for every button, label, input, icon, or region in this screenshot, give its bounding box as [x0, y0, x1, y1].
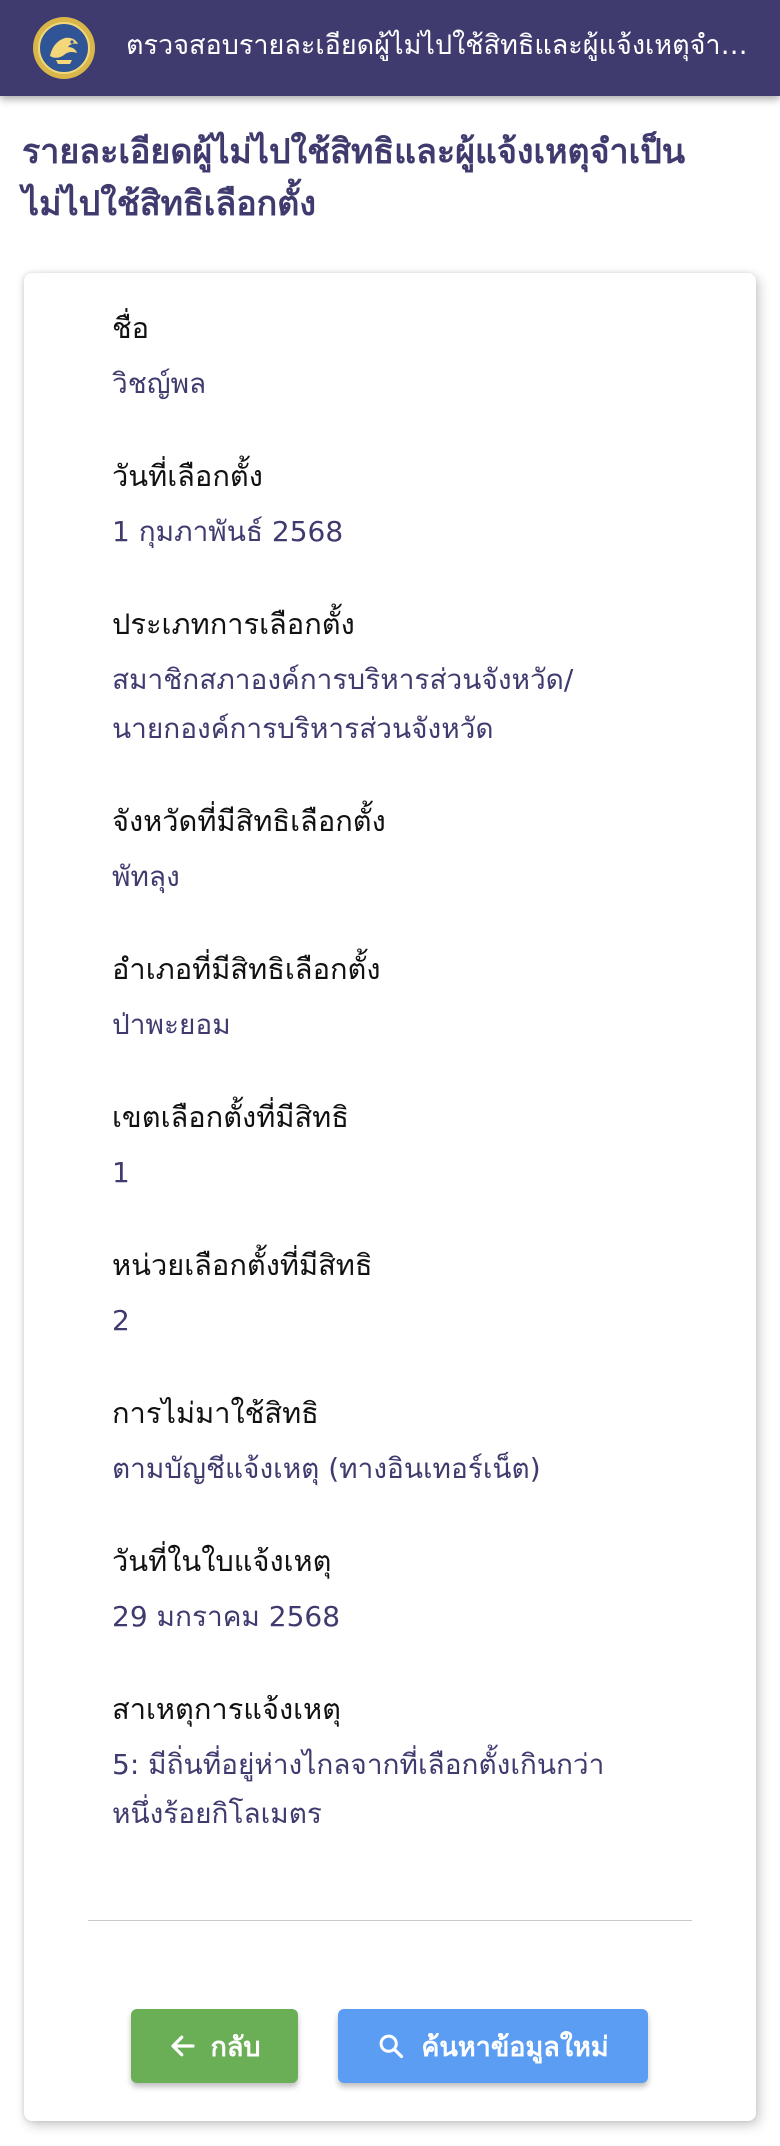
- field-absence: การไม่มาใช้สิทธิ ตามบัญชีแจ้งเหตุ (ทางอิ…: [112, 1394, 712, 1493]
- page-title-line-1: รายละเอียดผู้ไม่ไปใช้สิทธิและผู้แจ้งเหตุ…: [22, 132, 686, 172]
- new-search-button[interactable]: ค้นหาข้อมูลใหม่: [338, 2009, 648, 2083]
- field-district: อำเภอที่มีสิทธิเลือกตั้ง ป่าพะยอม: [112, 950, 712, 1049]
- reason-value-line-2: หนึ่งร้อยกิโลเมตร: [112, 1797, 322, 1830]
- district-value: ป่าพะยอม: [112, 1008, 231, 1041]
- notice-date-label: วันที่ในใบแจ้งเหตุ: [112, 1544, 332, 1578]
- field-reason: สาเหตุการแจ้งเหตุ 5: มีถิ่นที่อยู่ห่างไก…: [112, 1690, 712, 1838]
- arrow-left-icon: [171, 2035, 196, 2057]
- polling-unit-value: 2: [112, 1304, 130, 1337]
- polling-unit-label: หน่วยเลือกตั้งที่มีสิทธิ: [112, 1248, 373, 1282]
- constituency-label: เขตเลือกตั้งที่มีสิทธิ: [112, 1100, 349, 1134]
- reason-value-line-1: 5: มีถิ่นที่อยู่ห่างไกลจากที่เลือกตั้งเก…: [112, 1748, 605, 1781]
- district-label: อำเภอที่มีสิทธิเลือกตั้ง: [112, 952, 381, 986]
- divider: [88, 1920, 692, 1921]
- back-button-label: กลับ: [210, 2031, 261, 2063]
- ect-logo-icon: [33, 17, 95, 79]
- new-search-button-label: ค้นหาข้อมูลใหม่: [421, 2031, 609, 2063]
- election-type-value-line-1: สมาชิกสภาองค์การบริหารส่วนจังหวัด/: [112, 663, 574, 696]
- details-card: ชื่อ วิชญ์พล วันที่เลือกตั้ง 1 กุมภาพันธ…: [24, 273, 756, 2121]
- field-constituency: เขตเลือกตั้งที่มีสิทธิ 1: [112, 1098, 712, 1197]
- name-label: ชื่อ: [112, 311, 150, 345]
- page-title: รายละเอียดผู้ไม่ไปใช้สิทธิและผู้แจ้งเหตุ…: [22, 126, 762, 230]
- field-name: ชื่อ วิชญ์พล: [112, 309, 712, 408]
- field-polling-unit: หน่วยเลือกตั้งที่มีสิทธิ 2: [112, 1246, 712, 1345]
- absence-value: ตามบัญชีแจ้งเหตุ (ทางอินเทอร์เน็ต): [112, 1452, 541, 1485]
- search-icon: [379, 2034, 404, 2059]
- election-date-value: 1 กุมภาพันธ์ 2568: [112, 515, 344, 548]
- field-election-date: วันที่เลือกตั้ง 1 กุมภาพันธ์ 2568: [112, 457, 712, 556]
- election-type-label: ประเภทการเลือกตั้ง: [112, 607, 355, 641]
- election-type-value-line-2: นายกองค์การบริหารส่วนจังหวัด: [112, 712, 494, 745]
- field-province: จังหวัดที่มีสิทธิเลือกตั้ง พัทลุง: [112, 802, 712, 901]
- province-value: พัทลุง: [112, 860, 180, 893]
- constituency-value: 1: [112, 1156, 130, 1189]
- field-notice-date: วันที่ในใบแจ้งเหตุ 29 มกราคม 2568: [112, 1542, 712, 1641]
- reason-label: สาเหตุการแจ้งเหตุ: [112, 1692, 341, 1726]
- field-election-type: ประเภทการเลือกตั้ง สมาชิกสภาองค์การบริหา…: [112, 605, 712, 753]
- back-button[interactable]: กลับ: [131, 2009, 298, 2083]
- absence-label: การไม่มาใช้สิทธิ: [112, 1396, 319, 1430]
- top-app-bar: ตรวจสอบรายละเอียดผู้ไม่ไปใช้สิทธิและผู้แ…: [0, 0, 780, 96]
- name-value: วิชญ์พล: [112, 367, 207, 400]
- notice-date-value: 29 มกราคม 2568: [112, 1600, 341, 1633]
- election-date-label: วันที่เลือกตั้ง: [112, 459, 263, 493]
- page-title-line-2: ไม่ไปใช้สิทธิเลือกตั้ง: [22, 184, 316, 224]
- details-list: ชื่อ วิชญ์พล วันที่เลือกตั้ง 1 กุมภาพันธ…: [112, 309, 712, 1887]
- province-label: จังหวัดที่มีสิทธิเลือกตั้ง: [112, 804, 386, 838]
- app-title: ตรวจสอบรายละเอียดผู้ไม่ไปใช้สิทธิและผู้แ…: [126, 30, 756, 61]
